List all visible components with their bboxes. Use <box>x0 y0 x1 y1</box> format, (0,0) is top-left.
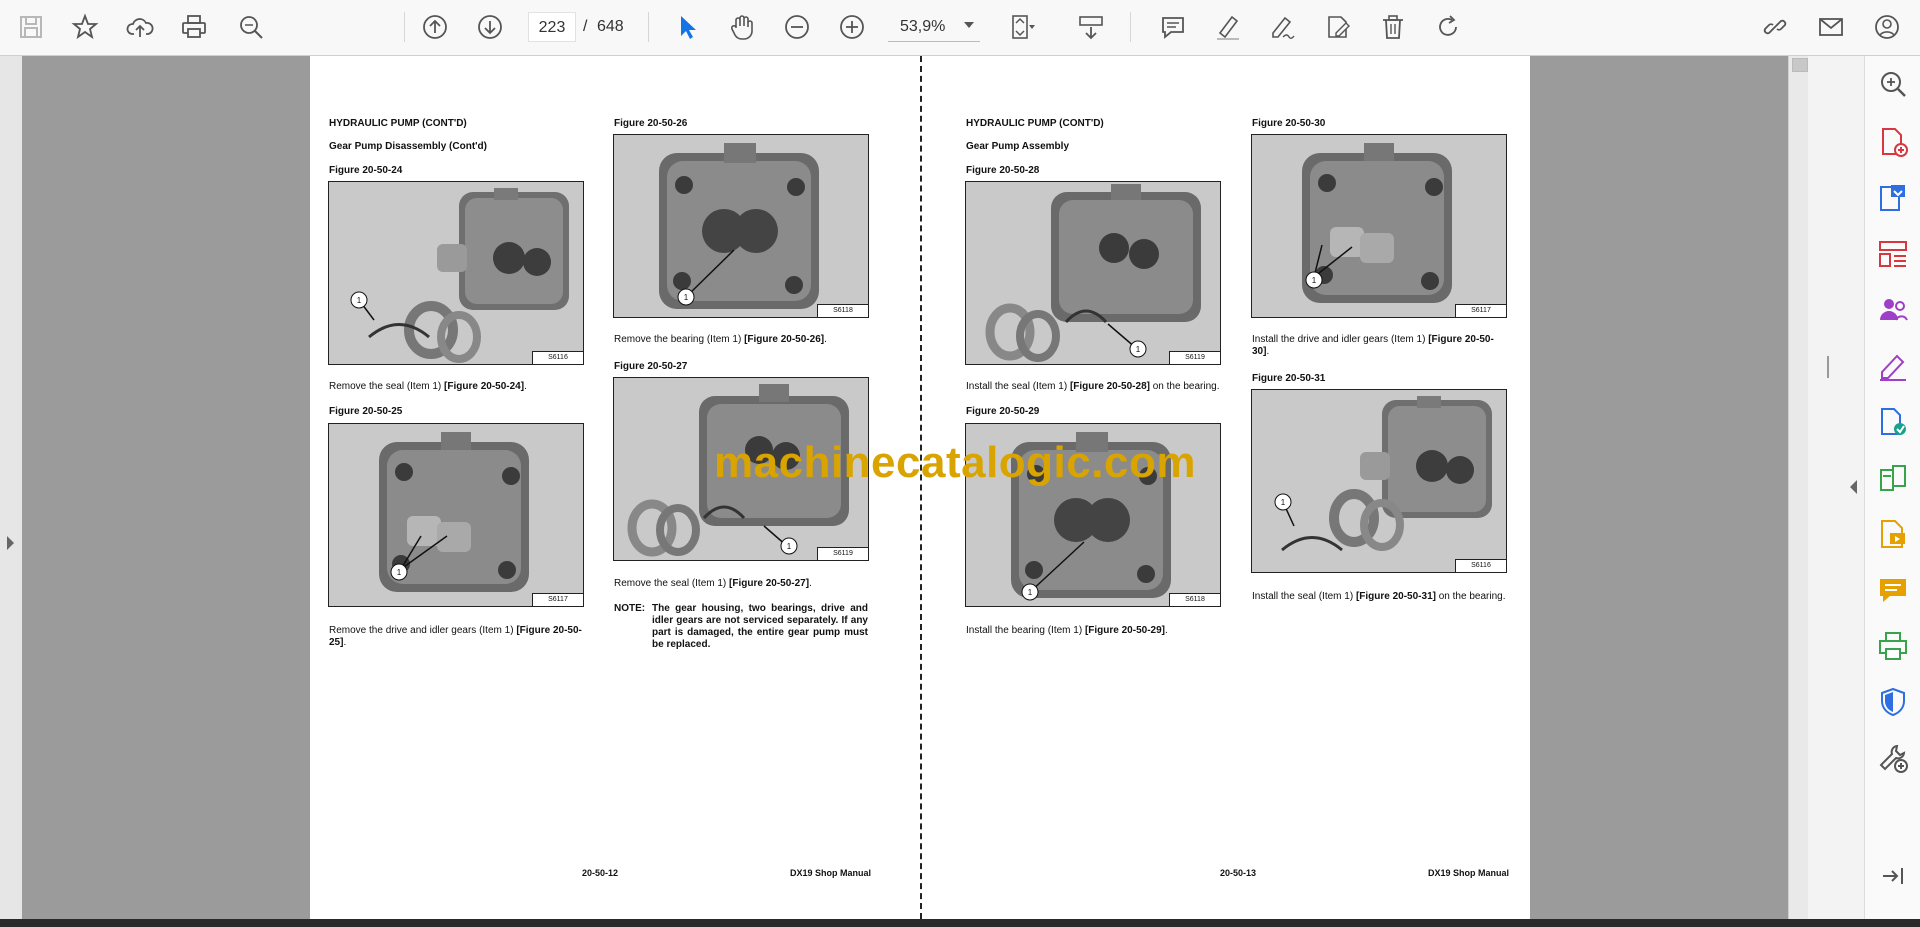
callout-number: 1 <box>357 296 362 305</box>
account-icon[interactable] <box>1870 10 1904 44</box>
resize-handle[interactable] <box>1827 356 1829 378</box>
watermark: machinecatalogic.com <box>714 438 1196 487</box>
figure-code: S6119 <box>1169 351 1220 364</box>
fill-sign-icon[interactable] <box>1321 10 1355 44</box>
rich-media-icon[interactable] <box>1877 518 1909 550</box>
figure-caption: Remove the drive and idler gears (Item 1… <box>329 625 582 648</box>
figure-caption: Remove the seal (Item 1) [Figure 20-50-2… <box>614 578 812 589</box>
figure-caption: Remove the seal (Item 1) [Figure 20-50-2… <box>329 381 527 392</box>
figure-code: S6119 <box>817 547 868 560</box>
figure-label: Figure 20-50-27 <box>614 361 688 372</box>
share-people-icon[interactable] <box>1877 294 1909 326</box>
email-icon[interactable] <box>1814 10 1848 44</box>
zoom-in-icon[interactable] <box>835 10 869 44</box>
save-icon[interactable] <box>14 10 48 44</box>
callout-number: 1 <box>397 568 402 577</box>
organize-pages-icon[interactable] <box>1877 238 1909 270</box>
upload-cloud-icon[interactable] <box>123 10 157 44</box>
figure-label: Figure 20-50-31 <box>1252 373 1326 384</box>
chevron-down-icon[interactable] <box>964 22 974 28</box>
manual-title: DX19 Shop Manual <box>790 868 872 878</box>
figure-code: S6118 <box>817 304 868 317</box>
next-page-icon[interactable] <box>473 10 507 44</box>
figure-image-seal-bearing: 1 S6119 <box>965 181 1221 365</box>
edit-pdf-icon[interactable] <box>1877 350 1909 382</box>
figure-image-gears: 1 S6117 <box>1251 134 1507 318</box>
highlight-icon[interactable] <box>1211 10 1245 44</box>
manual-title: DX19 Shop Manual <box>1428 868 1510 878</box>
sign-icon[interactable] <box>1266 10 1300 44</box>
pan-hand-icon[interactable] <box>725 10 759 44</box>
figure-caption: Remove the bearing (Item 1) [Figure 20-5… <box>614 334 827 345</box>
delete-icon[interactable] <box>1376 10 1410 44</box>
comment-icon[interactable] <box>1156 10 1190 44</box>
subsection-title: Gear Pump Disassembly (Cont'd) <box>329 141 487 152</box>
figure-label: Figure 20-50-25 <box>329 406 403 417</box>
page-number: 20-50-12 <box>582 868 619 878</box>
figure-image-bearing: 1 S6118 <box>613 134 869 318</box>
figure-image-seal: 1 S6116 <box>1251 389 1507 573</box>
collapse-arrow-icon[interactable] <box>1850 480 1857 494</box>
note-text: The gear housing, two bearings, drive an… <box>652 603 868 650</box>
print-production-icon[interactable] <box>1877 630 1909 662</box>
subsection-title: Gear Pump Assembly <box>966 141 1070 152</box>
compare-files-icon[interactable] <box>1877 462 1909 494</box>
figure-code: S6116 <box>1455 559 1506 572</box>
figure-code: S6118 <box>1169 593 1220 606</box>
right-panel-divider <box>1808 56 1864 919</box>
page-number: 20-50-13 <box>1220 868 1257 878</box>
export-pdf-icon[interactable] <box>1877 182 1909 214</box>
vertical-scrollbar[interactable] <box>1788 56 1809 919</box>
scrollbar-thumb[interactable] <box>1792 58 1808 72</box>
page-number-input[interactable]: 223 <box>528 12 576 42</box>
scroll-mode-icon[interactable] <box>1074 10 1108 44</box>
page-separator: / <box>583 18 588 35</box>
page-fit-icon[interactable] <box>1004 10 1038 44</box>
figure-caption: Install the seal (Item 1) [Figure 20-50-… <box>1252 591 1506 602</box>
figure-label: Figure 20-50-24 <box>329 165 403 176</box>
figure-label: Figure 20-50-30 <box>1252 118 1326 129</box>
note-label: NOTE: <box>614 603 646 614</box>
toolbar: 223 / 648 53,9% <box>0 0 1920 56</box>
callout-number: 1 <box>684 293 689 302</box>
share-link-icon[interactable] <box>1758 10 1792 44</box>
bookmark-star-icon[interactable] <box>68 10 102 44</box>
figure-label: Figure 20-50-26 <box>614 118 688 129</box>
figure-caption: Install the seal (Item 1) [Figure 20-50-… <box>966 381 1220 392</box>
callout-number: 1 <box>1028 588 1033 597</box>
comment-bubble-icon[interactable] <box>1877 574 1909 606</box>
figure-code: S6116 <box>532 351 583 364</box>
figure-label: Figure 20-50-29 <box>966 406 1040 417</box>
expand-left-panel-icon[interactable] <box>7 536 14 550</box>
more-tools-icon[interactable] <box>1877 742 1909 774</box>
section-title: HYDRAULIC PUMP (CONT'D) <box>966 118 1104 129</box>
callout-number: 1 <box>787 542 792 551</box>
rotate-icon[interactable] <box>1431 10 1465 44</box>
figure-label: Figure 20-50-28 <box>966 165 1040 176</box>
callout-number: 1 <box>1136 345 1141 354</box>
callout-number: 1 <box>1312 276 1317 285</box>
callout-number: 1 <box>1281 498 1286 507</box>
tools-panel <box>1864 56 1920 919</box>
page-total: 648 <box>597 18 624 35</box>
figure-caption: Install the bearing (Item 1) [Figure 20-… <box>966 625 1168 636</box>
figure-image-gears: 1 S6117 <box>328 423 584 607</box>
collapse-panel-icon[interactable] <box>1877 860 1909 892</box>
figure-code: S6117 <box>1455 304 1506 317</box>
figure-caption: Install the drive and idler gears (Item … <box>1252 334 1494 357</box>
create-pdf-icon[interactable] <box>1877 126 1909 158</box>
left-panel-collapsed <box>0 56 22 919</box>
protect-shield-icon[interactable] <box>1877 686 1909 718</box>
print-icon[interactable] <box>177 10 211 44</box>
search-zoom-icon[interactable] <box>1877 68 1909 100</box>
select-pointer-icon[interactable] <box>670 10 704 44</box>
section-title: HYDRAULIC PUMP (CONT'D) <box>329 118 467 129</box>
find-zoom-icon[interactable] <box>234 10 268 44</box>
zoom-out-icon[interactable] <box>780 10 814 44</box>
figure-code: S6117 <box>532 593 583 606</box>
window-bottom-edge <box>0 919 1920 927</box>
convert-pdf-icon[interactable] <box>1877 406 1909 438</box>
figure-image-seal: 1 S6116 <box>328 181 584 365</box>
previous-page-icon[interactable] <box>418 10 452 44</box>
